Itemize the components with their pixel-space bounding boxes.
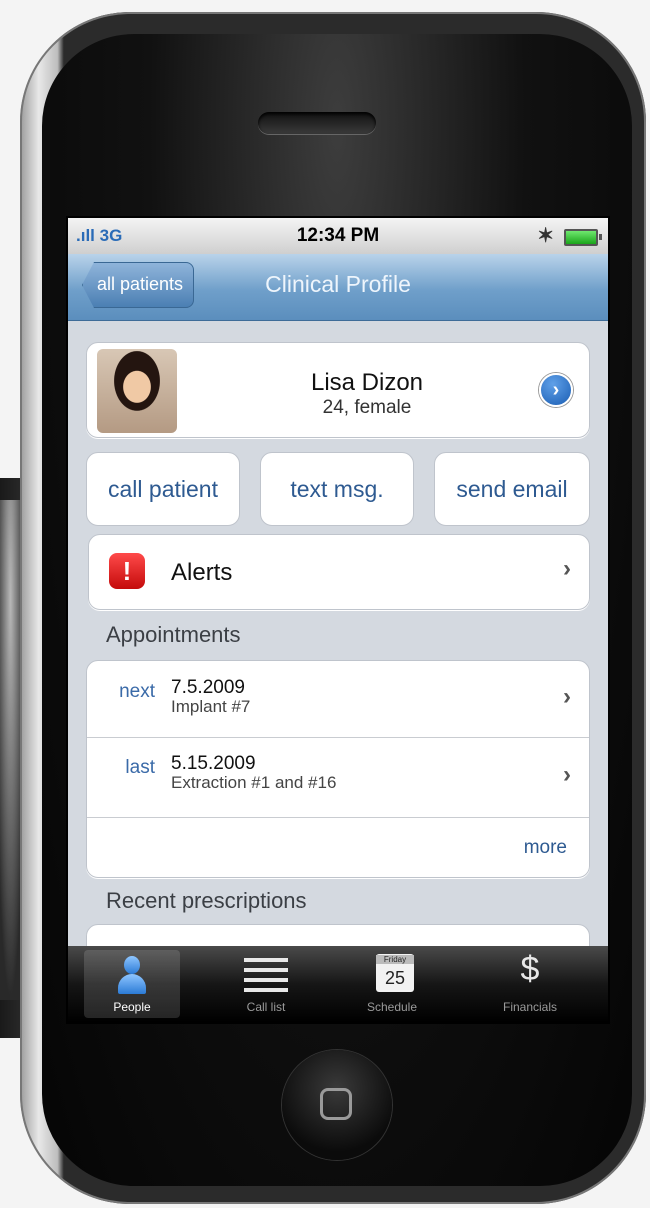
dollar-icon: $: [520, 950, 540, 988]
chevron-right-icon: ›: [563, 683, 571, 710]
patient-avatar: [97, 349, 177, 433]
appointment-row-next[interactable]: next 7.5.2009 Implant #7 ›: [87, 661, 589, 738]
home-button[interactable]: [282, 1050, 392, 1160]
prescriptions-header: Recent prescriptions: [106, 888, 307, 913]
earpiece-speaker: [258, 112, 376, 134]
more-appointments-link[interactable]: more: [524, 837, 567, 859]
phone-screen: .ıll 3G 12:34 PM ✶ all patients Clinical…: [68, 218, 608, 1022]
calendar-date: 25: [384, 968, 406, 988]
patient-age-gender: 24, female: [322, 397, 412, 418]
alert-icon: !: [109, 553, 145, 589]
chevron-right-icon: ›: [563, 555, 571, 582]
status-time: 12:34 PM: [296, 225, 380, 246]
tab-call-list[interactable]: Call list: [218, 950, 314, 1018]
battery-icon: [564, 229, 602, 246]
appointment-description: Extraction #1 and #16: [171, 773, 337, 792]
status-bar: .ıll 3G 12:34 PM ✶: [68, 218, 608, 254]
alerts-label: Alerts: [171, 559, 233, 586]
send-email-button[interactable]: send email: [434, 452, 590, 526]
tab-label: People: [113, 1000, 151, 1014]
appointment-date: 7.5.2009: [171, 677, 245, 698]
chevron-right-icon: ›: [563, 761, 571, 788]
call-patient-button[interactable]: call patient: [86, 452, 240, 526]
bluetooth-icon: ✶: [537, 225, 554, 247]
profile-content[interactable]: Lisa Dizon 24, female › call patient tex…: [68, 320, 608, 986]
back-button-all-patients[interactable]: all patients: [82, 262, 195, 308]
tab-schedule[interactable]: Friday 25 Schedule: [344, 950, 440, 1018]
home-square-icon: [320, 1088, 352, 1120]
calendar-icon: Friday 25: [376, 954, 414, 992]
tab-financials[interactable]: $ Financials: [482, 950, 578, 1018]
text-message-button[interactable]: text msg.: [260, 452, 414, 526]
tab-label: Schedule: [366, 1000, 418, 1014]
people-icon: [118, 956, 146, 996]
appointments-header: Appointments: [106, 622, 241, 647]
appointment-kind: last: [125, 757, 155, 778]
appointment-row-last[interactable]: last 5.15.2009 Extraction #1 and #16 ›: [87, 737, 589, 818]
alerts-row[interactable]: ! Alerts ›: [88, 534, 590, 610]
patient-name: Lisa Dizon: [310, 369, 424, 396]
tab-people[interactable]: People: [84, 950, 180, 1018]
detail-disclosure-icon[interactable]: ›: [539, 373, 573, 407]
list-icon: [244, 958, 288, 992]
page-title: Clinical Profile: [265, 271, 411, 297]
appointment-kind: next: [119, 681, 155, 702]
patient-card[interactable]: Lisa Dizon 24, female ›: [86, 342, 590, 438]
tab-label: Financials: [502, 1000, 558, 1014]
tab-bar: People Call list Friday 25 Schedule $ Fi…: [68, 946, 608, 1022]
navigation-bar: all patients Clinical Profile: [68, 254, 608, 321]
appointment-date: 5.15.2009: [171, 753, 256, 774]
calendar-day: Friday: [376, 955, 414, 964]
tab-label: Call list: [246, 1000, 286, 1014]
appointments-card: next 7.5.2009 Implant #7 › last 5.15.200…: [86, 660, 590, 878]
appointment-description: Implant #7: [171, 697, 251, 716]
